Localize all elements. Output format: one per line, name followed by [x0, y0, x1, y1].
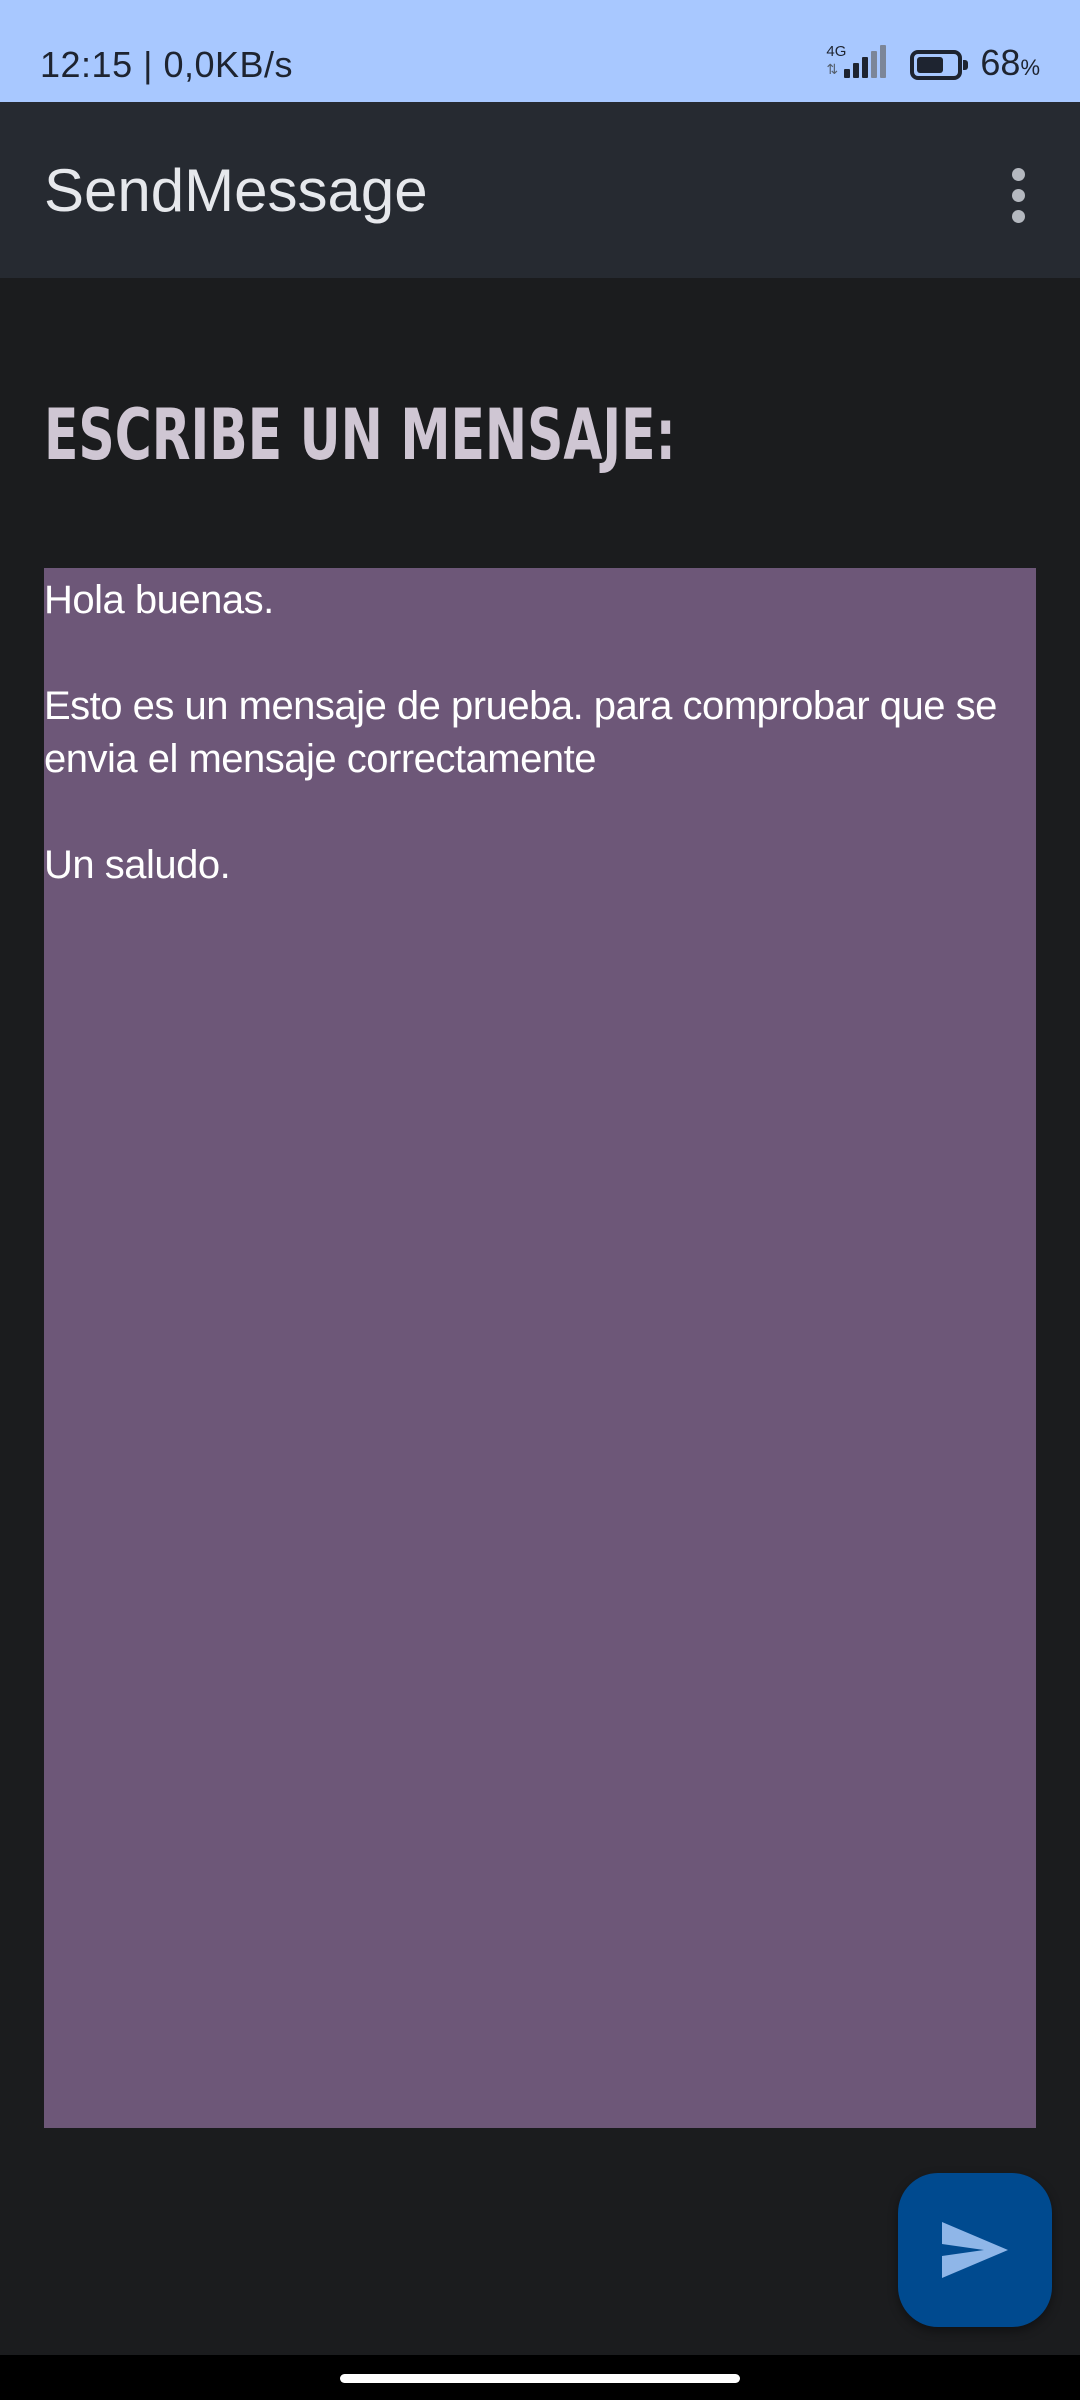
- menu-dot: [1012, 168, 1025, 181]
- battery-percent-sign: %: [1020, 54, 1040, 80]
- message-input[interactable]: [44, 568, 1036, 2128]
- page-heading: ESCRIBE UN MENSAJE:: [44, 394, 676, 476]
- status-icons: 4G ⇅ 68%: [820, 40, 1040, 90]
- send-button[interactable]: [898, 2173, 1052, 2327]
- signal-bar: [880, 45, 887, 78]
- signal-bar: [853, 63, 860, 78]
- signal-bar: [844, 69, 851, 78]
- send-icon: [942, 2222, 1008, 2278]
- battery-tip: [963, 60, 969, 70]
- menu-dot: [1012, 210, 1025, 223]
- cell-signal-icon: 4G ⇅: [820, 40, 892, 90]
- navigation-bar: [0, 2355, 1080, 2400]
- network-type-label: 4G: [826, 43, 847, 60]
- battery-percent-value: 68: [980, 41, 1021, 83]
- app-title: SendMessage: [44, 157, 428, 224]
- menu-dot: [1012, 189, 1025, 202]
- home-gesture-handle[interactable]: [340, 2374, 740, 2383]
- battery-level: [917, 57, 944, 73]
- status-bar: 12:15 | 0,0KB/s 4G ⇅ 68%: [0, 0, 1080, 102]
- app-bar: SendMessage: [0, 102, 1080, 278]
- signal-bar: [862, 57, 869, 78]
- data-arrows-icon: ⇅: [826, 61, 839, 77]
- battery-percent: 68%: [980, 38, 1040, 93]
- status-time-speed: 12:15 | 0,0KB/s: [40, 44, 294, 85]
- more-vert-icon[interactable]: [992, 158, 1048, 234]
- signal-bar: [871, 51, 878, 78]
- battery-icon: [910, 50, 970, 80]
